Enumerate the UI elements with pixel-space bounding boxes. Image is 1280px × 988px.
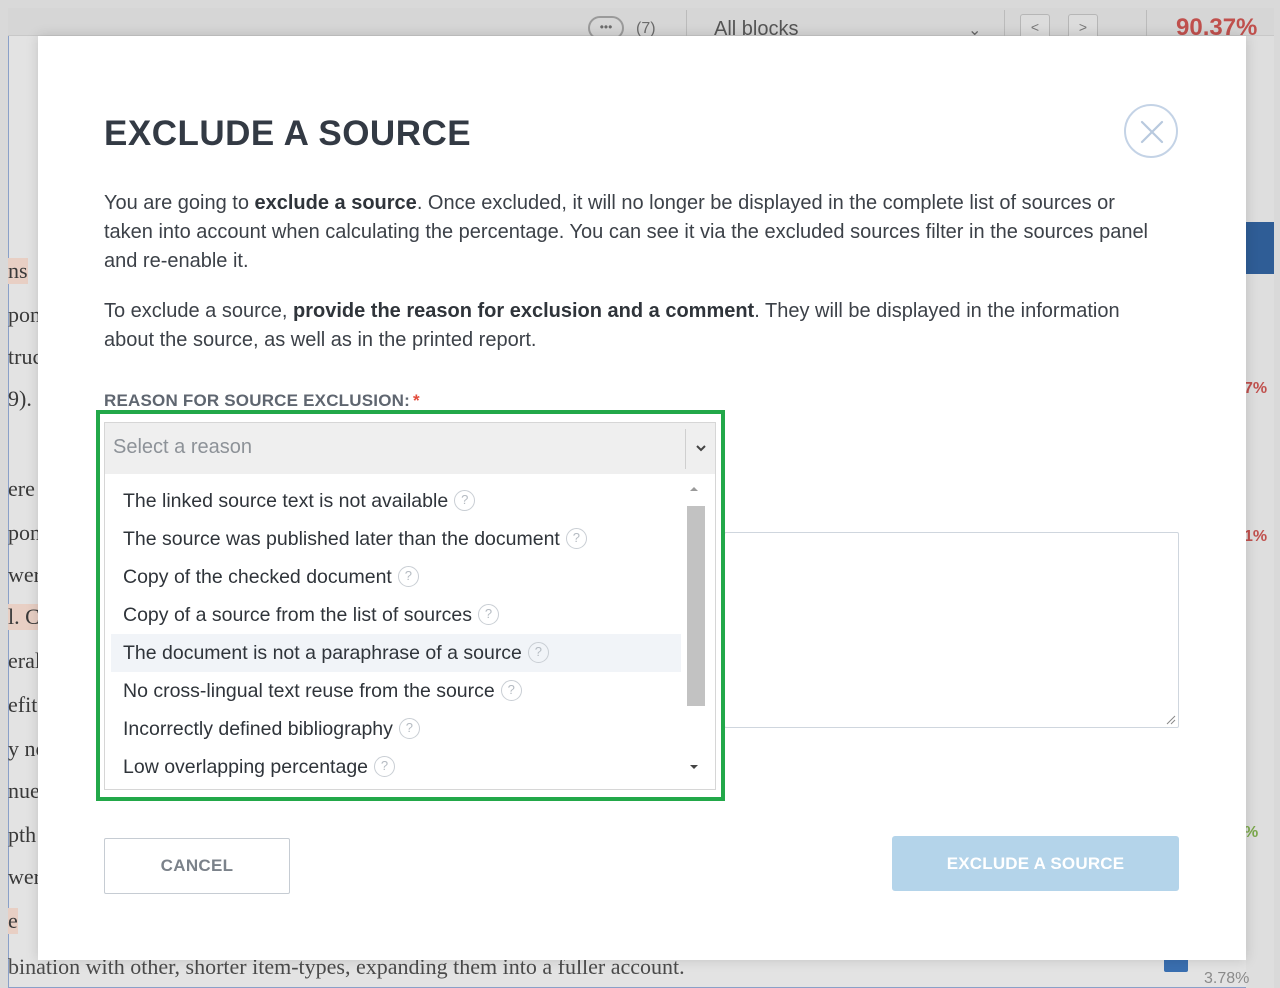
toolbar-divider [1004, 10, 1005, 36]
document-text: efit [8, 692, 38, 717]
option-label: The document is not a paraphrase of a so… [123, 642, 522, 664]
document-text: e [8, 908, 18, 934]
reason-label: REASON FOR SOURCE EXCLUSION: * [104, 391, 420, 411]
source-percent: 7% [1244, 380, 1268, 397]
active-source-marker [1246, 222, 1274, 274]
document-text: pon [8, 520, 41, 545]
option-label: The source was published later than the … [123, 528, 560, 550]
toolbar-divider [1146, 10, 1147, 36]
document-text: nue [8, 778, 40, 803]
document-text: l. C [8, 604, 40, 630]
document-text: wer [8, 864, 41, 889]
comment-textarea[interactable] [724, 532, 1179, 728]
close-icon [1140, 120, 1164, 144]
option-label: Copy of the checked document [123, 566, 392, 588]
sources-column [1246, 36, 1274, 988]
reason-option[interactable]: Low overlapping percentage? [111, 748, 681, 786]
option-label: No cross-lingual text reuse from the sou… [123, 680, 495, 702]
help-icon[interactable]: ? [500, 679, 522, 701]
reason-select[interactable]: Select a reason [104, 422, 716, 474]
option-label: The linked source text is not available [123, 490, 449, 512]
document-text: eral [8, 648, 41, 673]
help-icon[interactable]: ? [397, 565, 419, 587]
document-text: 9). [8, 386, 32, 411]
option-label: Low overlapping percentage [123, 756, 369, 778]
help-icon[interactable]: ? [527, 641, 549, 663]
intro-paragraph: You are going to exclude a source. Once … [104, 189, 1154, 276]
reason-option[interactable]: Incorrectly defined bibliography? [111, 710, 681, 748]
help-icon[interactable]: ? [374, 755, 396, 777]
reason-option[interactable]: The linked source text is not available? [111, 482, 681, 520]
document-text: ere [8, 476, 35, 501]
instructions-paragraph: To exclude a source, provide the reason … [104, 297, 1154, 355]
option-label: Incorrectly defined bibliography [123, 718, 393, 740]
paragraph-emphasis: exclude a source [254, 192, 417, 214]
reason-option[interactable]: Copy of a source from the list of source… [111, 596, 681, 634]
paragraph-text: You are going to [104, 192, 255, 214]
document-text: pth [8, 822, 37, 847]
help-icon[interactable]: ? [454, 489, 476, 511]
reason-option-hovered[interactable]: The document is not a paraphrase of a so… [111, 634, 681, 672]
reason-option[interactable]: The source was published later than the … [111, 520, 681, 558]
help-icon[interactable]: ? [398, 717, 420, 739]
select-divider [685, 429, 686, 469]
document-text: ns [8, 258, 28, 284]
select-placeholder: Select a reason [113, 436, 252, 458]
cancel-button[interactable]: CANCEL [104, 838, 290, 894]
close-button[interactable] [1124, 104, 1178, 158]
source-toggle[interactable] [1164, 958, 1188, 972]
document-text: pon [8, 302, 41, 327]
document-text: wer [8, 562, 41, 587]
reason-options-list: The linked source text is not available?… [104, 474, 716, 790]
scroll-down-icon[interactable] [687, 760, 701, 774]
options-scrollbar[interactable] [683, 480, 705, 782]
source-percent: 3.78% [1204, 970, 1250, 987]
paragraph-emphasis: provide the reason for exclusion and a c… [293, 300, 755, 322]
scrollbar-thumb[interactable] [687, 506, 705, 706]
reason-label-text: REASON FOR SOURCE EXCLUSION: [104, 391, 410, 410]
paragraph-text: To exclude a source, [104, 300, 293, 322]
reason-option[interactable]: Copy of the checked document? [111, 558, 681, 596]
help-icon[interactable]: ? [565, 527, 587, 549]
exclude-source-button[interactable]: EXCLUDE A SOURCE [892, 836, 1179, 891]
option-label: Copy of a source from the list of source… [123, 604, 472, 626]
reason-option[interactable]: No cross-lingual text reuse from the sou… [111, 672, 681, 710]
chevron-down-icon[interactable] [694, 441, 708, 455]
toolbar-divider [686, 10, 687, 36]
resize-handle-icon[interactable] [1164, 713, 1176, 725]
exclude-source-dialog: EXCLUDE A SOURCE You are going to exclud… [38, 36, 1246, 960]
scroll-up-icon[interactable] [687, 482, 701, 496]
source-percent: 1% [1244, 528, 1268, 545]
dialog-title: EXCLUDE A SOURCE [104, 114, 472, 153]
required-marker: * [412, 391, 420, 410]
source-percent: % [1244, 824, 1259, 841]
help-icon[interactable]: ? [477, 603, 499, 625]
